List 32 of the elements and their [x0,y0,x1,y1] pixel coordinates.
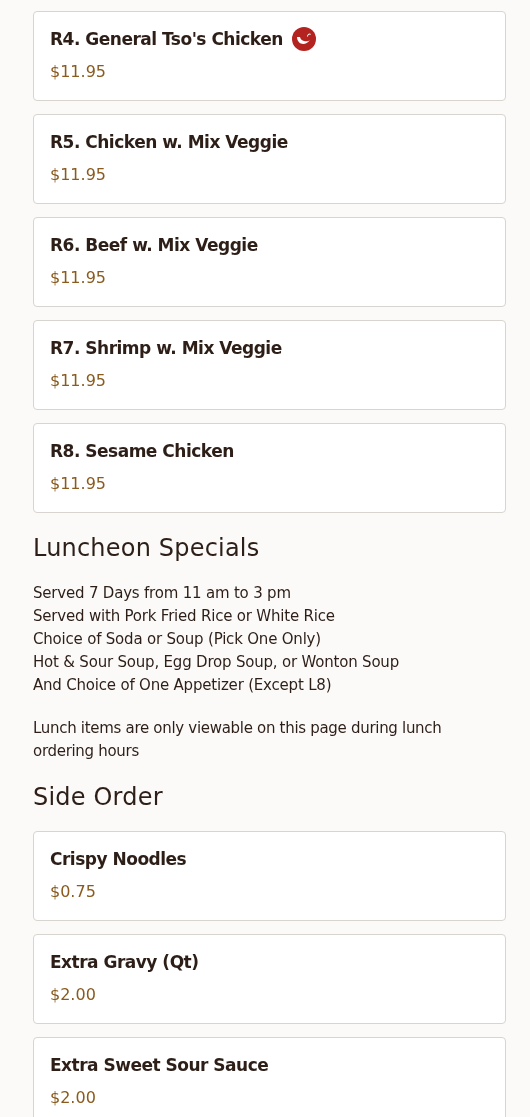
menu-item-card[interactable]: Extra Gravy (Qt) $2.00 [33,934,506,1024]
info-text: Served 7 Days from 11 am to 3 pm [33,583,292,604]
item-price: $11.95 [50,370,107,392]
item-price: $11.95 [50,61,107,83]
item-name: R4. General Tso's Chicken [50,28,283,51]
item-name: Extra Gravy (Qt) [50,951,199,974]
menu-item-card[interactable]: R4. General Tso's Chicken $11.95 [33,11,506,101]
item-name: Crispy Noodles [50,848,187,871]
info-text: And Choice of One Appetizer (Except L8) [33,675,333,696]
item-name: R7. Shrimp w. Mix Veggie [50,337,282,360]
section-heading: Side Order [33,782,164,813]
menu-item-card[interactable]: R7. Shrimp w. Mix Veggie $11.95 [33,320,506,410]
item-price: $11.95 [50,164,107,186]
item-price: $2.00 [50,984,97,1006]
menu-item-card[interactable]: R8. Sesame Chicken $11.95 [33,423,506,513]
info-text: Choice of Soda or Soup (Pick One Only) [33,629,322,650]
info-text: Served with Pork Fried Rice or White Rice [33,606,336,627]
item-price: $2.00 [50,1087,97,1109]
menu-item-card[interactable]: Extra Sweet Sour Sauce $2.00 [33,1037,506,1117]
item-name: R8. Sesame Chicken [50,440,234,463]
section-heading: Luncheon Specials [33,533,261,564]
menu-item-card[interactable]: R6. Beef w. Mix Veggie $11.95 [33,217,506,307]
menu-item-card[interactable]: R5. Chicken w. Mix Veggie $11.95 [33,114,506,204]
info-text: Hot & Sour Soup, Egg Drop Soup, or Wonton Soup [33,652,400,673]
menu-item-card[interactable]: Crispy Noodles $0.75 [33,831,506,921]
item-price: $0.75 [50,881,97,903]
item-name: R5. Chicken w. Mix Veggie [50,131,288,154]
info-text: Lunch items are only viewable on this page during lunch ordering hours [33,718,443,762]
item-price: $11.95 [50,473,107,495]
item-name: R6. Beef w. Mix Veggie [50,234,258,257]
item-price: $11.95 [50,267,107,289]
item-name: Extra Sweet Sour Sauce [50,1054,269,1077]
